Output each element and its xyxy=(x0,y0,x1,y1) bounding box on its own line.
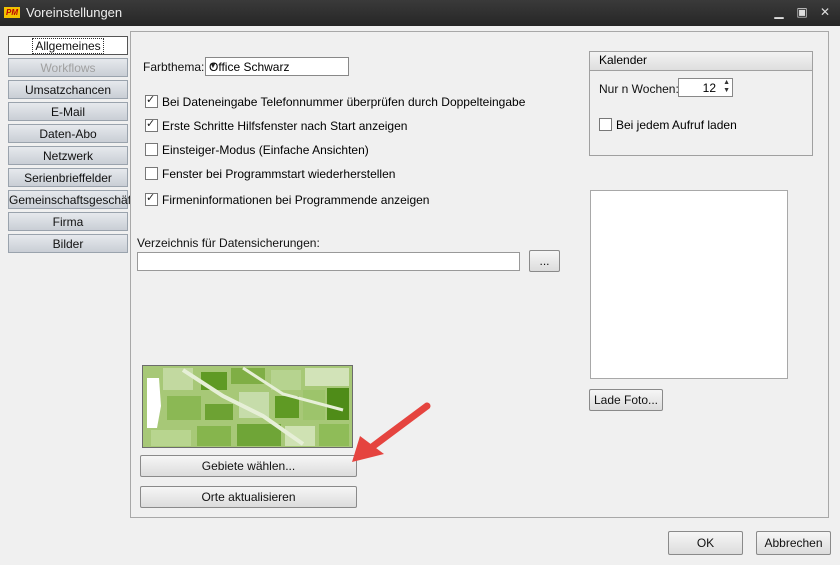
dialog-body: Allgemeines Workflows Umsatzchancen E-Ma… xyxy=(0,26,840,565)
annotation-arrow-icon xyxy=(352,402,431,462)
preferences-window: PM Voreinstellungen ▁ ▣ ✕ Allgemeines Wo… xyxy=(0,0,840,565)
close-icon[interactable]: ✕ xyxy=(816,4,834,20)
minimize-icon[interactable]: ▁ xyxy=(770,4,788,20)
window-title: Voreinstellungen xyxy=(26,5,123,20)
maximize-icon[interactable]: ▣ xyxy=(793,4,811,20)
app-icon: PM xyxy=(4,7,20,18)
title-bar: PM Voreinstellungen ▁ ▣ ✕ xyxy=(0,0,840,26)
